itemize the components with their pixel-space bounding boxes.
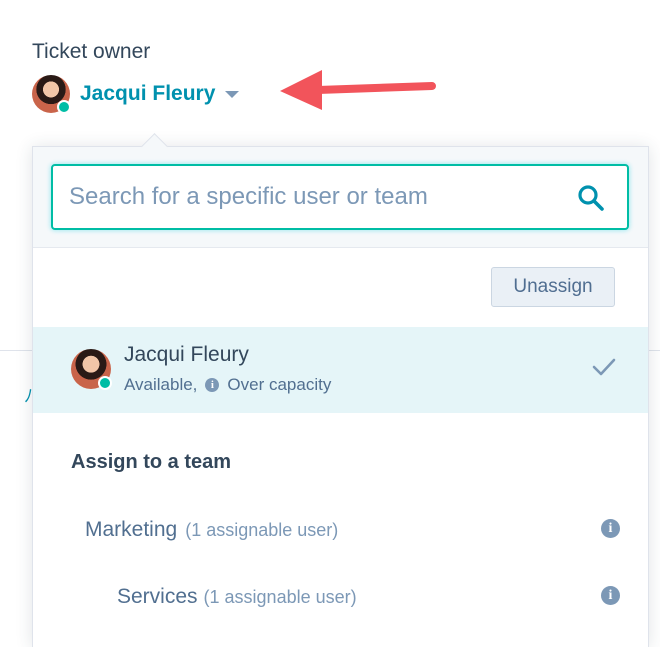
info-icon[interactable]: i <box>601 519 620 538</box>
online-status-dot <box>57 100 71 114</box>
info-icon[interactable]: i <box>601 586 620 605</box>
team-option-services[interactable]: Services (1 assignable user) i <box>33 572 648 622</box>
search-icon[interactable] <box>577 184 605 212</box>
owner-name[interactable]: Jacqui Fleury <box>80 82 215 106</box>
owner-dropdown-menu: Unassign Jacqui Fleury Available, i Over… <box>32 133 649 647</box>
checkmark-icon <box>592 358 616 376</box>
online-status-dot <box>98 376 112 390</box>
arrow-left-icon <box>280 70 436 110</box>
user-option-selected[interactable]: Jacqui Fleury Available, i Over capacity <box>33 327 648 413</box>
info-icon[interactable]: i <box>205 378 220 392</box>
search-input[interactable] <box>69 166 549 228</box>
capacity-text: Over capacity <box>227 375 332 394</box>
team-user-count: (1 assignable user) <box>185 519 339 540</box>
availability-text: Available, <box>124 375 198 394</box>
avatar <box>32 75 71 114</box>
team-user-count: (1 assignable user) <box>203 586 357 607</box>
team-name: Services <box>117 585 198 608</box>
search-area <box>33 147 648 248</box>
team-name: Marketing <box>85 518 178 541</box>
ticket-owner-label: Ticket owner <box>32 40 151 63</box>
user-status: Available, i Over capacity <box>124 375 331 395</box>
search-box[interactable] <box>51 164 629 230</box>
user-name: Jacqui Fleury <box>124 343 249 366</box>
team-section-title: Assign to a team <box>71 451 232 473</box>
team-option-marketing[interactable]: Marketing (1 assignable user) i <box>33 505 648 555</box>
ticket-owner-selector[interactable]: Jacqui Fleury <box>32 74 240 114</box>
avatar <box>71 349 112 390</box>
unassign-button[interactable]: Unassign <box>491 267 615 307</box>
chevron-down-icon[interactable] <box>225 90 240 98</box>
